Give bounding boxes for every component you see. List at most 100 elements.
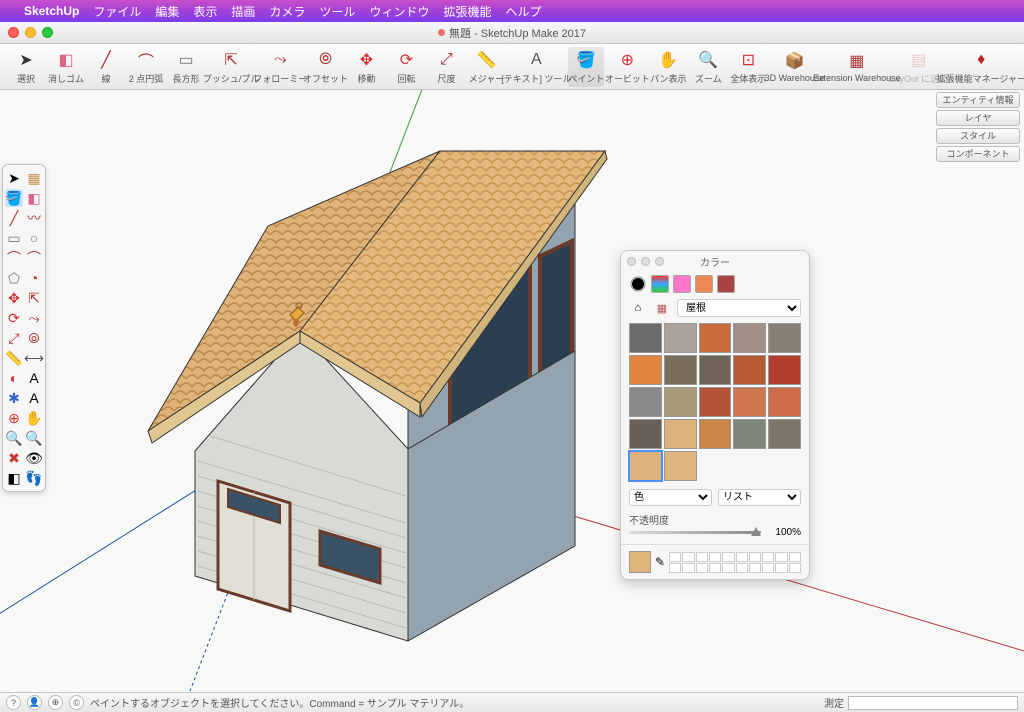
palette-slot[interactable] [775,552,787,562]
palette-slot[interactable] [749,563,761,573]
look-around-icon[interactable]: 👁 [25,449,43,467]
toolbar-scale[interactable]: ⤢尺度 [428,47,464,87]
scale-tool-icon[interactable]: ⤢ [5,329,23,347]
toolbar-pushpull[interactable]: ⇱プッシュ/プル [208,47,254,87]
menu-file[interactable]: ファイル [93,3,141,20]
menu-draw[interactable]: 描画 [231,3,255,20]
toolbar-ew[interactable]: ▦Extension Warehouse [823,48,891,85]
user-icon[interactable]: 👤 [27,695,42,710]
material-swatch[interactable] [699,323,732,353]
material-swatch[interactable] [699,419,732,449]
material-swatch[interactable] [733,323,766,353]
palette-slot[interactable] [762,552,774,562]
toolbar-pan[interactable]: ✋パン表示 [650,47,686,87]
menu-extensions[interactable]: 拡張機能 [443,3,491,20]
material-swatch[interactable] [629,323,662,353]
material-swatch[interactable] [664,387,697,417]
toolbar-paint[interactable]: 🪣ペイント [568,47,604,87]
home-icon[interactable]: ⌂ [629,299,647,317]
palette-slot[interactable] [736,552,748,562]
zoom-window-tool-icon[interactable]: 🔍 [25,429,43,447]
material-swatch[interactable] [768,355,801,385]
pencils-tab-icon[interactable] [695,275,713,293]
material-swatch[interactable] [768,387,801,417]
tray-entity-info[interactable]: エンティティ情報 [936,92,1020,108]
material-swatch[interactable] [629,387,662,417]
material-category-select[interactable]: 屋根 [677,299,801,317]
texture-tab-icon[interactable] [717,275,735,293]
palette-slot[interactable] [775,563,787,573]
toolbar-arc[interactable]: ⌒2 点円弧 [128,47,164,87]
material-swatch[interactable] [664,323,697,353]
tray-styles[interactable]: スタイル [936,128,1020,144]
toolbar-eraser[interactable]: ◧消しゴム [48,47,84,87]
toolbar-orbit[interactable]: ⊕オービット [608,47,646,87]
toolbar-extmgr[interactable]: ♦拡張機能マネージャー [947,47,1016,87]
palette-slot[interactable] [682,563,694,573]
3dtext-tool-icon[interactable]: A [25,389,43,407]
color-mode-select[interactable]: 色 [629,489,712,506]
material-swatch[interactable] [629,451,662,481]
material-swatch[interactable] [733,387,766,417]
protractor-tool-icon[interactable]: ◐ [5,369,23,387]
menu-help[interactable]: ヘルプ [505,3,541,20]
toolbar-zoom[interactable]: 🔍ズーム [690,47,726,87]
polygon-tool-icon[interactable]: ⬠ [5,269,23,287]
toolbar-rotate[interactable]: ⟳回転 [388,47,424,87]
help-icon[interactable]: ? [6,695,21,710]
walk-tool-icon[interactable]: 👣 [25,469,43,487]
close-window-button[interactable] [8,27,19,38]
rectangle-tool-icon[interactable]: ▭ [5,229,23,247]
credits-icon[interactable]: © [69,695,84,710]
eyedropper-icon[interactable]: ✎ [655,555,665,569]
toolbar-pencil[interactable]: ╱線 [88,47,124,87]
text-tool-icon[interactable]: A [25,369,43,387]
menu-camera[interactable]: カメラ [269,3,305,20]
menu-edit[interactable]: 編集 [155,3,179,20]
position-camera-icon[interactable]: ✖ [5,449,23,467]
toolbar-zoomext[interactable]: ⊡全体表示 [730,47,766,87]
toolbar-3dw[interactable]: 📦3D Warehouse [770,48,818,85]
paint-tool-icon[interactable]: 🪣 [5,189,23,207]
model-viewport[interactable] [0,90,1024,692]
material-swatch[interactable] [768,323,801,353]
arc2-tool-icon[interactable]: ⌒ [25,249,43,267]
orbit-tool-icon[interactable]: ⊕ [5,409,23,427]
brick-icon[interactable]: ▦ [653,299,671,317]
material-swatch[interactable] [629,419,662,449]
material-swatch[interactable] [699,387,732,417]
rotate-tool-icon[interactable]: ⟳ [5,309,23,327]
material-swatch[interactable] [733,419,766,449]
pie-tool-icon[interactable]: ◔ [25,269,43,287]
toolbar-followme[interactable]: ⤳フォローミー [258,47,302,87]
minimize-window-button[interactable] [25,27,36,38]
palette-slot[interactable] [709,552,721,562]
toolbar-layout[interactable]: ▤LayOut に送信 [895,47,943,87]
offset-tool-icon[interactable]: ⦾ [25,329,43,347]
color-sliders-tab-icon[interactable] [651,275,669,293]
tray-layers[interactable]: レイヤ [936,110,1020,126]
followme-tool-icon[interactable]: ⤳ [25,309,43,327]
colors-panel-titlebar[interactable]: カラー [621,251,809,271]
current-material-swatch[interactable] [629,551,651,573]
pushpull-tool-icon[interactable]: ⇱ [25,289,43,307]
menu-window[interactable]: ウィンドウ [369,3,429,20]
material-swatch[interactable] [733,355,766,385]
palette-slot[interactable] [696,552,708,562]
geo-icon[interactable]: ⊕ [48,695,63,710]
palette-slot[interactable] [722,563,734,573]
palette-slot[interactable] [789,563,801,573]
freehand-tool-icon[interactable]: 〰 [25,209,43,227]
palette-slot[interactable] [709,563,721,573]
opacity-slider[interactable] [629,531,761,534]
palette-slot[interactable] [682,552,694,562]
toolbar-offset[interactable]: ⦾オフセット [306,47,344,87]
palette-slot[interactable] [669,563,681,573]
view-mode-select[interactable]: リスト [718,489,801,506]
axes-tool-icon[interactable]: ✱ [5,389,23,407]
measurements-input[interactable] [848,696,1018,710]
palette-slot[interactable] [736,563,748,573]
material-swatch[interactable] [664,419,697,449]
make-component-icon[interactable]: ▦ [25,169,43,187]
palette-slot[interactable] [696,563,708,573]
